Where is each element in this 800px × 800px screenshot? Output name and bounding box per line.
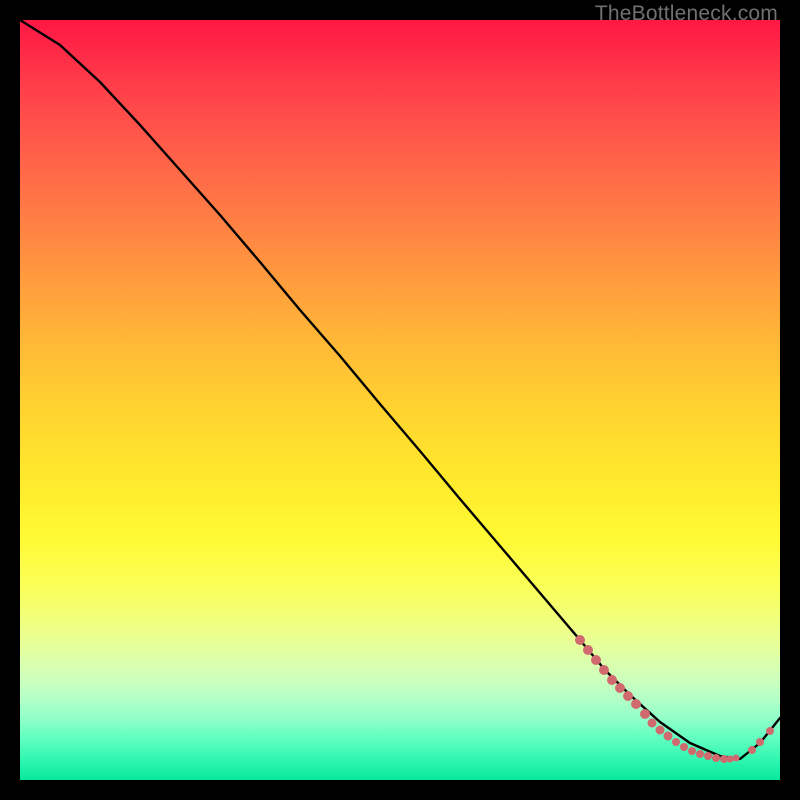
marker-dot [712, 754, 720, 762]
marker-dot [680, 743, 688, 751]
marker-dot [756, 738, 764, 746]
marker-dot [640, 709, 650, 719]
chart-svg [20, 20, 780, 780]
marker-dot [623, 691, 633, 701]
marker-dot [727, 756, 734, 763]
marker-dot [688, 747, 696, 755]
marker-dot [696, 750, 704, 758]
marker-dot [704, 752, 712, 760]
marker-dot [672, 738, 680, 746]
marker-dot [599, 665, 609, 675]
marker-dot [615, 683, 625, 693]
marker-dot [748, 746, 756, 754]
marker-dot [648, 719, 657, 728]
curve-line [20, 20, 780, 759]
marker-dot [766, 727, 774, 735]
curve-markers [575, 635, 774, 763]
marker-dot [591, 655, 601, 665]
marker-dot [631, 699, 641, 709]
marker-dot [575, 635, 585, 645]
marker-dot [583, 645, 593, 655]
marker-dot [664, 732, 673, 741]
marker-dot [733, 755, 740, 762]
chart-frame: TheBottleneck.com [0, 0, 800, 800]
marker-dot [607, 675, 617, 685]
marker-dot [656, 726, 665, 735]
plot-area [20, 20, 780, 780]
